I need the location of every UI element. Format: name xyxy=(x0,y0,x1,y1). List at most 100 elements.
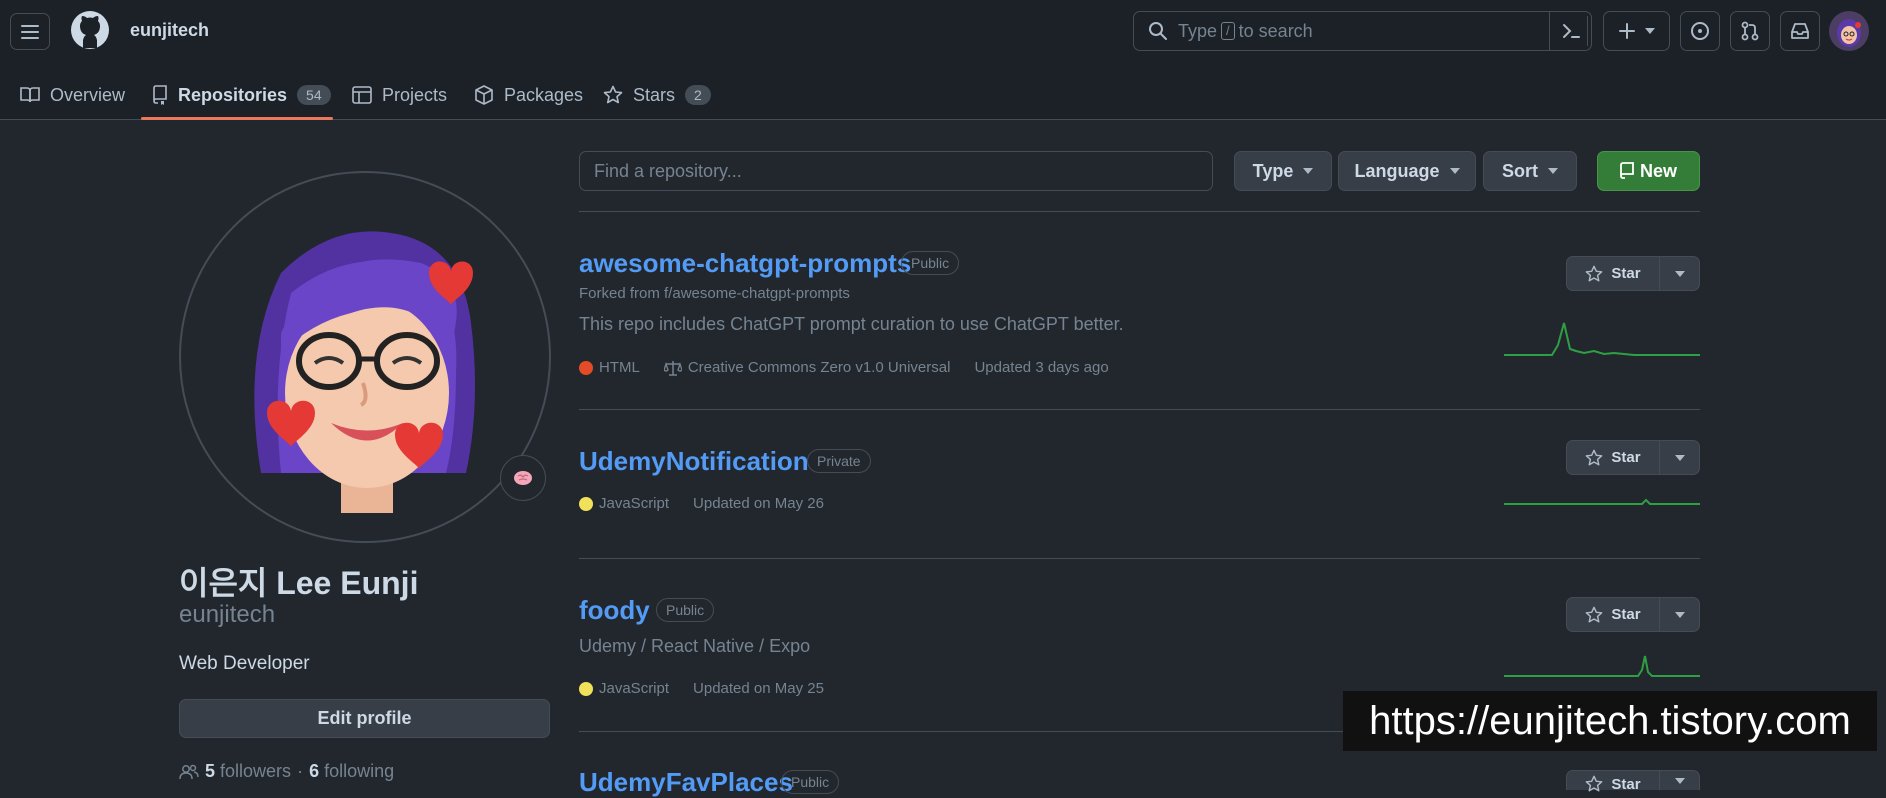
blog-watermark: https://eunjitech.tistory.com xyxy=(1343,691,1877,751)
star-list-dropdown[interactable] xyxy=(1660,598,1699,631)
activity-sparkline xyxy=(1504,322,1700,356)
tab-overview-label: Overview xyxy=(50,84,126,105)
star-button[interactable]: Star xyxy=(1566,597,1700,632)
visibility-badge: Public xyxy=(901,251,960,275)
star-list-dropdown[interactable] xyxy=(1660,771,1699,790)
memoji-avatar-icon xyxy=(254,231,475,513)
star-label: Star xyxy=(1611,776,1641,793)
repo-icon xyxy=(153,85,167,105)
repo-name-link[interactable]: UdemyNotification xyxy=(579,446,809,477)
star-icon xyxy=(1586,449,1603,465)
chevron-down-icon xyxy=(1674,270,1685,277)
tab-packages-label: Packages xyxy=(504,84,584,105)
stars-count-badge: 2 xyxy=(685,85,711,105)
repo-description: Udemy / React Native / Expo xyxy=(579,636,811,656)
following-link[interactable]: 6 following xyxy=(309,761,394,782)
language-filter-button[interactable]: Language xyxy=(1338,151,1476,191)
repo-name-link[interactable]: foody xyxy=(579,595,650,626)
issue-icon xyxy=(1691,22,1709,40)
avatar-memoji-icon xyxy=(1837,19,1861,47)
inbox-icon xyxy=(1791,23,1809,39)
tab-projects[interactable]: Projects xyxy=(352,70,447,120)
visibility-badge: Public xyxy=(781,770,840,794)
search-input[interactable]: Type / to search xyxy=(1133,11,1592,51)
star-label: Star xyxy=(1611,265,1641,282)
find-repository-input[interactable] xyxy=(579,151,1213,191)
owner-name[interactable]: eunjitech xyxy=(130,20,209,41)
search-icon xyxy=(1149,22,1167,40)
following-label: following xyxy=(324,761,395,781)
repo-language: JavaScript xyxy=(599,495,670,512)
followers-link[interactable]: 5 followers xyxy=(205,761,291,782)
hamburger-icon xyxy=(21,24,39,39)
divider xyxy=(579,558,1700,559)
status-button[interactable] xyxy=(500,455,546,501)
top-header: eunjitech Type / to search Overview Repo… xyxy=(0,0,1886,120)
followers-label: followers xyxy=(220,761,292,781)
edit-profile-button[interactable]: Edit profile xyxy=(179,699,550,738)
profile-username: eunjitech xyxy=(179,601,276,628)
star-list-dropdown[interactable] xyxy=(1660,257,1699,290)
star-label: Star xyxy=(1611,449,1641,466)
tab-packages[interactable]: Packages xyxy=(474,70,583,120)
command-palette-button[interactable] xyxy=(1549,12,1591,50)
tab-stars[interactable]: Stars 2 xyxy=(603,70,711,120)
inbox-button[interactable] xyxy=(1780,11,1820,51)
star-button[interactable]: Star xyxy=(1566,770,1700,793)
visibility-badge: Public xyxy=(656,598,715,622)
repo-language: JavaScript xyxy=(599,680,670,697)
star-action[interactable]: Star xyxy=(1567,441,1660,474)
language-filter-label: Language xyxy=(1354,160,1440,181)
star-icon xyxy=(1586,606,1603,622)
search-shortcut-key: / xyxy=(1221,22,1235,40)
table-icon xyxy=(352,86,372,104)
activity-sparkline xyxy=(1504,498,1700,505)
star-list-dropdown[interactable] xyxy=(1660,441,1699,474)
sort-filter-button[interactable]: Sort xyxy=(1483,151,1577,191)
star-icon xyxy=(603,85,623,104)
pull-request-icon xyxy=(1741,21,1759,41)
pull-requests-button[interactable] xyxy=(1730,11,1770,51)
search-placeholder-prefix: Type xyxy=(1178,20,1218,41)
star-action[interactable]: Star xyxy=(1567,771,1660,793)
user-avatar[interactable] xyxy=(1829,11,1869,51)
star-action[interactable]: Star xyxy=(1567,598,1660,631)
tab-projects-label: Projects xyxy=(382,84,448,105)
license-link[interactable]: Creative Commons Zero v1.0 Universal xyxy=(663,359,950,376)
chevron-down-icon xyxy=(1303,168,1314,174)
star-button[interactable]: Star xyxy=(1566,256,1700,291)
star-button[interactable]: Star xyxy=(1566,440,1700,475)
profile-bio: Web Developer xyxy=(179,653,310,674)
repo-updated: Updated on May 25 xyxy=(693,680,824,697)
terminal-icon xyxy=(1562,24,1580,38)
create-new-button[interactable] xyxy=(1603,11,1670,51)
tab-repositories[interactable]: Repositories 54 xyxy=(152,70,331,120)
star-action[interactable]: Star xyxy=(1567,257,1660,290)
menu-button[interactable] xyxy=(10,13,50,50)
language-color-dot xyxy=(579,681,593,696)
github-logo-icon[interactable] xyxy=(70,10,110,50)
sort-filter-label: Sort xyxy=(1502,160,1538,181)
profile-avatar[interactable] xyxy=(179,171,551,543)
search-placeholder-suffix: to search xyxy=(1238,20,1313,41)
repositories-count-badge: 54 xyxy=(297,85,331,105)
type-filter-label: Type xyxy=(1252,160,1294,181)
tab-overview[interactable]: Overview xyxy=(20,70,125,120)
type-filter-button[interactable]: Type xyxy=(1234,151,1332,191)
repo-meta: JavaScript Updated on May 26 xyxy=(579,495,824,512)
repo-name-link[interactable]: UdemyFavPlaces xyxy=(579,767,793,798)
activity-sparkline xyxy=(1504,655,1700,677)
active-tab-indicator xyxy=(141,117,333,120)
following-count: 6 xyxy=(309,761,320,781)
follow-separator: · xyxy=(297,761,304,781)
new-repository-button[interactable]: New xyxy=(1597,151,1700,191)
star-label: Star xyxy=(1611,606,1641,623)
header-divider xyxy=(1587,16,1588,46)
chevron-down-icon xyxy=(1674,777,1685,784)
star-icon xyxy=(1586,265,1603,281)
repo-description: This repo includes ChatGPT prompt curati… xyxy=(579,314,1124,334)
package-icon xyxy=(475,85,493,105)
issues-button[interactable] xyxy=(1680,11,1720,51)
repo-name-link[interactable]: awesome-chatgpt-prompts xyxy=(579,248,911,279)
chevron-down-icon xyxy=(1644,28,1655,34)
